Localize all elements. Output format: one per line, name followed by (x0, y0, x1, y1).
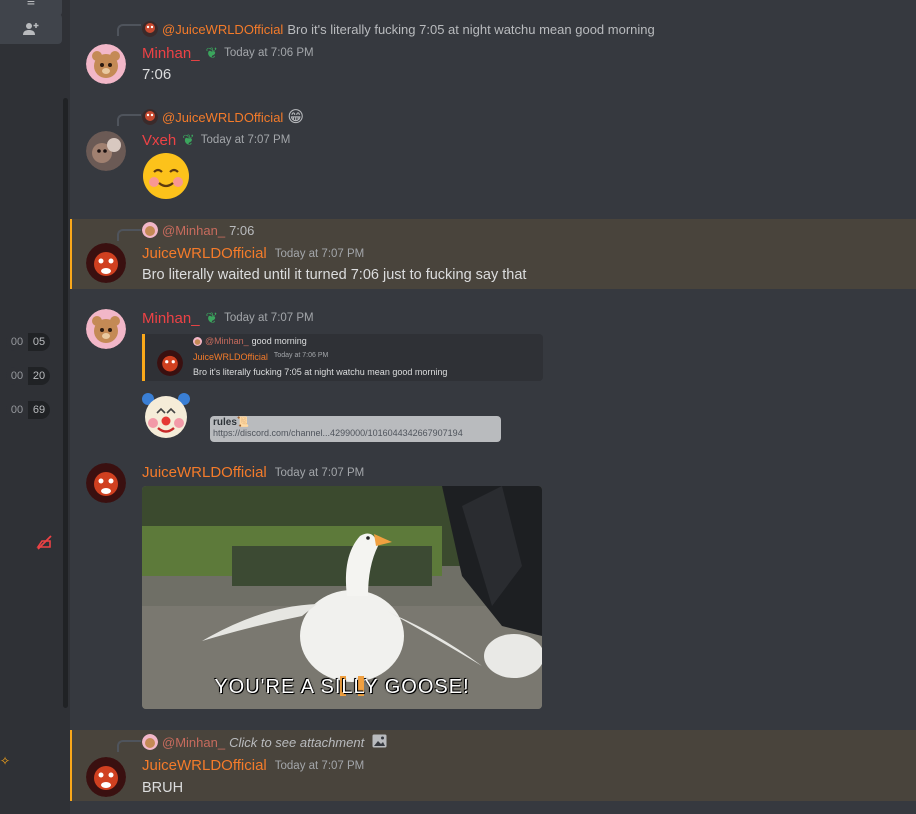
message[interactable]: @Minhan_ 7:06 JuiceWRLDOfficial Today at… (70, 219, 916, 289)
reply-text: 😁 (287, 109, 305, 126)
avatar[interactable] (86, 131, 126, 171)
voice-stat: 00 20 (6, 367, 56, 385)
username[interactable]: JuiceWRLDOfficial (142, 757, 267, 774)
sidebar: ≡ 00 05 00 20 00 69 ✧ (0, 0, 70, 814)
avatar (142, 21, 158, 37)
message[interactable]: @JuiceWRLDOfficial Bro it's literally fu… (70, 15, 916, 90)
timestamp: Today at 7:07 PM (274, 466, 365, 479)
message[interactable]: @JuiceWRLDOfficial 😁 Vxeh ❦ Today at 7:0… (70, 105, 916, 215)
avatar[interactable] (86, 243, 126, 283)
reply-preview[interactable]: @JuiceWRLDOfficial 😁 (142, 108, 304, 126)
timestamp: Today at 7:07 PM (274, 247, 365, 260)
message-header: JuiceWRLDOfficial Today at 7:07 PM (142, 245, 364, 262)
timestamp: Today at 7:07 PM (274, 759, 365, 772)
quoted-reply-text: good morning (251, 336, 307, 346)
avatar (142, 109, 158, 125)
avatar (142, 734, 158, 750)
reply-author[interactable]: @Minhan_ (162, 735, 225, 750)
quoted-reply-author: @Minhan_ (205, 336, 249, 346)
avatar[interactable] (86, 463, 126, 503)
username[interactable]: JuiceWRLDOfficial (142, 245, 267, 262)
quoted-reply-line: @Minhan_ good morning (193, 336, 307, 346)
reply-spine (117, 114, 141, 126)
message[interactable]: Minhan_ ❦ Today at 7:07 PM @Minhan_ good… (70, 305, 916, 445)
reply-text: Bro it's literally fucking 7:05 at night… (287, 21, 655, 37)
message-content: 7:06 (142, 66, 172, 83)
reply-spine (117, 229, 141, 241)
reply-author[interactable]: @Minhan_ (162, 223, 225, 238)
smiling-face-emoji[interactable] (142, 152, 190, 200)
timestamp: Today at 7:07 PM (224, 312, 314, 324)
reply-text: 7:06 (229, 222, 255, 238)
avatar (157, 350, 183, 376)
avatar[interactable] (86, 309, 126, 349)
message-header: JuiceWRLDOfficial Today at 7:07 PM (142, 464, 364, 481)
username[interactable]: Minhan_ (142, 310, 200, 327)
link-title: rules📜 (213, 417, 250, 428)
reply-author[interactable]: @JuiceWRLDOfficial (162, 110, 283, 125)
reply-spine (117, 24, 141, 36)
reply-preview[interactable]: @JuiceWRLDOfficial Bro it's literally fu… (142, 20, 655, 38)
reply-preview[interactable]: @Minhan_ 7:06 (142, 221, 254, 239)
sprout-icon: ❦ (182, 132, 195, 149)
voice-stat: 00 05 (6, 333, 56, 351)
link-url[interactable]: https://discord.com/channel...4299000/10… (213, 428, 501, 438)
mute-icon[interactable] (36, 535, 53, 554)
message-content: Bro literally waited until it turned 7:0… (142, 267, 527, 283)
gif-attachment[interactable]: YOU'RE A SILLY GOOSE! (142, 486, 542, 709)
quoted-author: JuiceWRLDOfficial (193, 352, 268, 362)
timestamp: Today at 7:07 PM (200, 134, 291, 146)
reply-text[interactable]: Click to see attachment (229, 735, 364, 750)
message-header: JuiceWRLDOfficial Today at 7:07 PM (142, 757, 364, 774)
message-header: Minhan_ ❦ Today at 7:07 PM (142, 309, 314, 328)
gif-caption: YOU'RE A SILLY GOOSE! (214, 676, 470, 698)
channel-link-card[interactable]: rules📜 https://discord.com/channel...429… (210, 416, 501, 442)
message-content: BRUH (142, 780, 184, 796)
reply-spine (117, 740, 141, 752)
sprout-icon: ❦ (205, 45, 219, 62)
message-header: Vxeh ❦ Today at 7:07 PM (142, 131, 291, 150)
username[interactable]: Minhan_ (142, 45, 200, 62)
quoted-header: JuiceWRLDOfficial Today at 7:06 PM (193, 352, 328, 362)
username[interactable]: Vxeh (142, 132, 176, 149)
add-friend-icon[interactable] (0, 14, 62, 44)
quoted-timestamp: Today at 7:06 PM (273, 352, 329, 359)
message-header: Minhan_ ❦ Today at 7:06 PM (142, 44, 314, 63)
sprout-icon: ❦ (205, 310, 219, 327)
quoted-message[interactable]: @Minhan_ good morning JuiceWRLDOfficial … (142, 334, 543, 381)
avatar[interactable] (86, 44, 126, 84)
voice-stat: 00 69 (6, 401, 56, 419)
avatar[interactable] (86, 757, 126, 797)
username[interactable]: JuiceWRLDOfficial (142, 464, 267, 481)
avatar (193, 336, 202, 346)
message[interactable]: @Minhan_ Click to see attachment JuiceWR… (70, 730, 916, 801)
reply-author[interactable]: @JuiceWRLDOfficial (162, 22, 283, 37)
status-icon: ✧ (0, 754, 11, 768)
reply-preview[interactable]: @Minhan_ Click to see attachment (142, 733, 387, 751)
message[interactable]: JuiceWRLDOfficial Today at 7:07 PM YOU'R… (70, 458, 916, 713)
sidebar-scrollbar[interactable] (63, 98, 68, 708)
image-icon (372, 734, 387, 751)
quoted-content: Bro it's literally fucking 7:05 at night… (193, 367, 448, 377)
clown-face-emoji[interactable] (142, 391, 190, 439)
timestamp: Today at 7:06 PM (224, 47, 314, 59)
avatar (142, 222, 158, 238)
